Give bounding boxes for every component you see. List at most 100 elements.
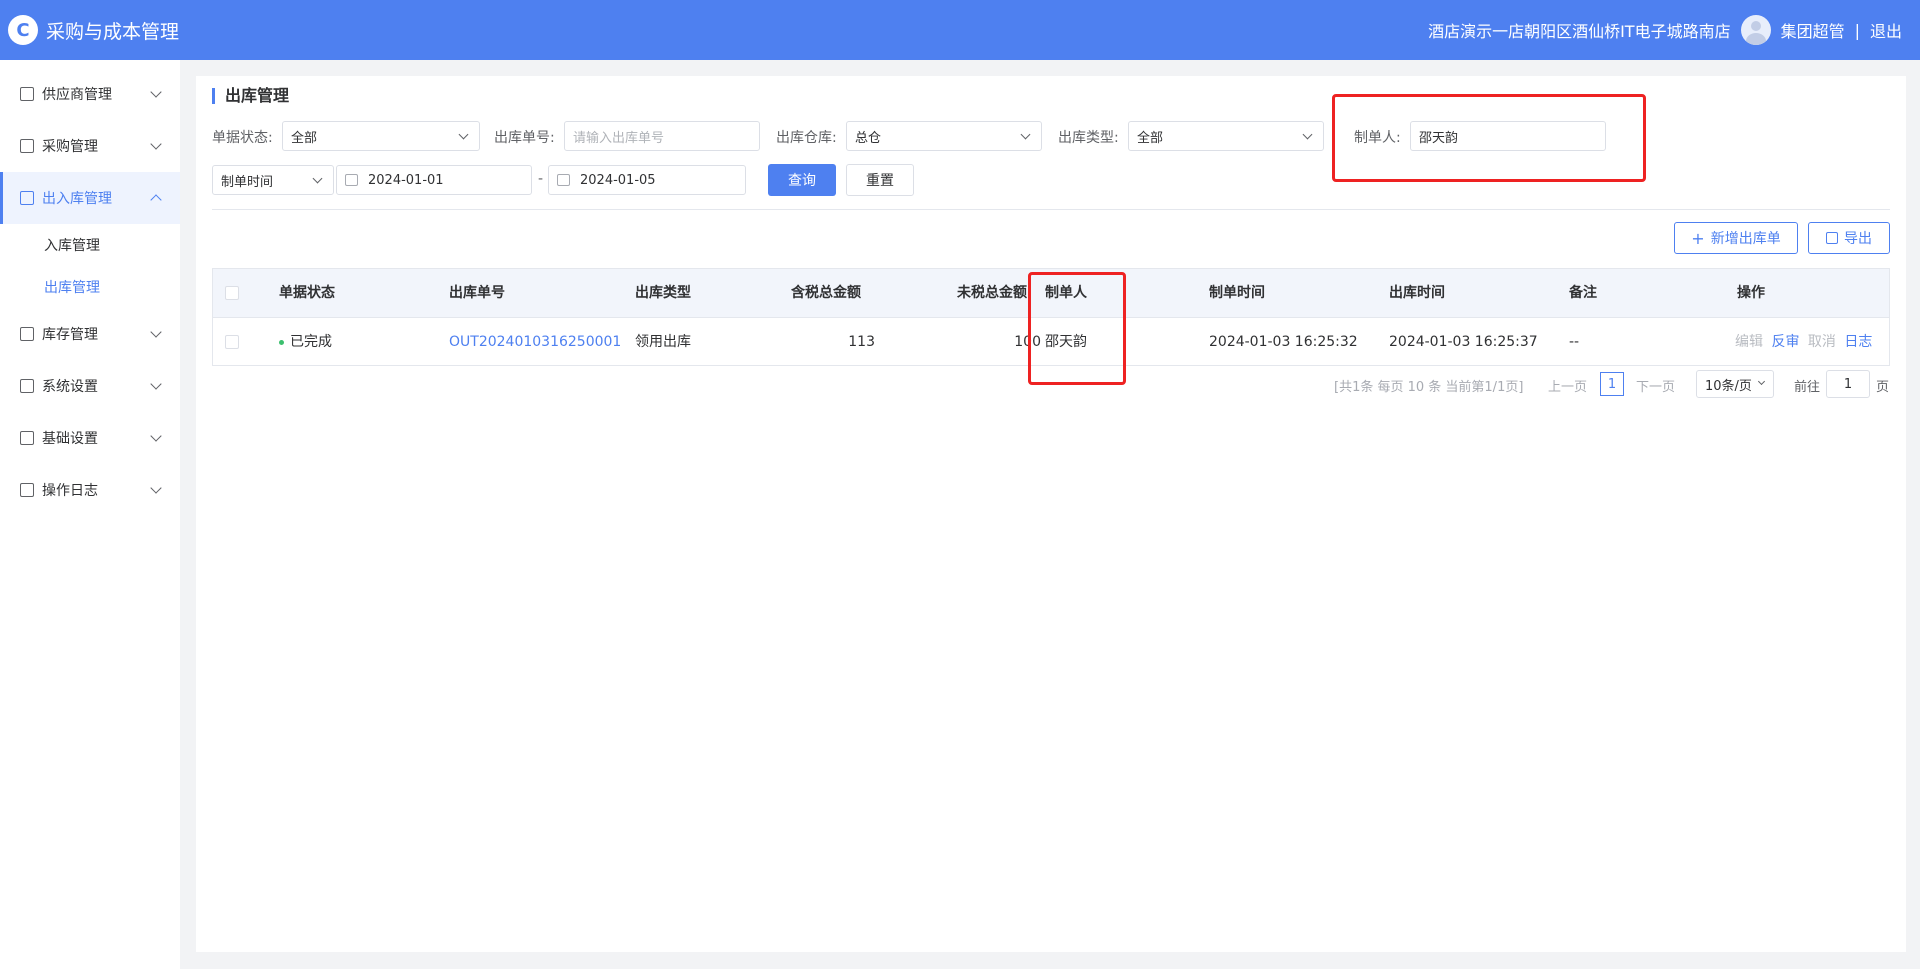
sidebar-item-label: 库存管理 <box>42 327 98 343</box>
date-end-input[interactable]: 2024-01-05 <box>548 165 746 195</box>
sidebar-subitem-outbound[interactable]: 出库管理 <box>0 266 180 308</box>
save-icon <box>1826 232 1838 244</box>
prev-page-button[interactable]: 上一页 <box>1548 376 1587 395</box>
supplier-icon <box>20 87 34 101</box>
sidebar-item-supplier[interactable]: 供应商管理 <box>0 68 180 120</box>
ops-cell: 编辑 反审 取消 日志 <box>1735 318 1872 366</box>
cancel-link[interactable]: 取消 <box>1808 334 1836 350</box>
header-right: 酒店演示一店朝阳区酒仙桥IT电子城路南店 集团超管 | 退出 <box>1428 15 1920 45</box>
warehouse-value: 总仓 <box>855 130 882 146</box>
inout-icon <box>20 191 34 205</box>
highlight-box-creator-filter <box>1332 94 1646 182</box>
chevron-down-icon <box>150 326 162 338</box>
query-button[interactable]: 查询 <box>768 164 836 196</box>
col-untax-total: 未税总金额 <box>957 285 1027 301</box>
date-start-input[interactable]: 2024-01-01 <box>336 165 532 195</box>
edit-link[interactable]: 编辑 <box>1735 334 1763 350</box>
avatar[interactable] <box>1740 15 1771 45</box>
divider <box>212 209 1890 210</box>
chevron-down-icon <box>150 86 162 98</box>
warehouse-select[interactable]: 总仓 <box>846 121 1042 151</box>
select-all-checkbox[interactable] <box>225 286 239 300</box>
sidebar-subitem-inbound[interactable]: 入库管理 <box>0 224 180 266</box>
date-end-value: 2024-01-05 <box>580 172 656 188</box>
log-link[interactable]: 日志 <box>1844 334 1872 350</box>
export-label: 导出 <box>1844 231 1872 247</box>
page-title: 出库管理 <box>212 88 289 104</box>
type-cell: 领用出库 <box>635 334 691 350</box>
status-dot <box>279 339 284 345</box>
status-cell: 已完成 <box>279 318 332 366</box>
sidebar-item-purchase[interactable]: 采购管理 <box>0 120 180 172</box>
page-size-select[interactable]: 10条/页 <box>1696 370 1774 398</box>
date-separator: - <box>538 171 544 187</box>
purchase-icon <box>20 139 34 153</box>
out-at-cell: 2024-01-03 16:25:37 <box>1389 334 1538 350</box>
sidebar-item-basic[interactable]: 基础设置 <box>0 412 180 464</box>
reset-button[interactable]: 重置 <box>846 164 914 196</box>
add-outbound-button[interactable]: + 新增出库单 <box>1674 222 1798 254</box>
chevron-down-icon <box>312 173 323 184</box>
sidebar-item-label: 基础设置 <box>42 431 98 447</box>
unapprove-link[interactable]: 反审 <box>1771 334 1799 350</box>
status-value: 全部 <box>291 130 318 146</box>
log-icon <box>20 483 34 497</box>
chevron-down-icon <box>458 129 469 140</box>
sidebar: 供应商管理 采购管理 出入库管理 入库管理 出库管理 库存管理 系统设置 基础设… <box>0 60 180 969</box>
warehouse-label: 出库仓库: <box>776 130 837 146</box>
type-select[interactable]: 全部 <box>1128 121 1324 151</box>
user-name[interactable]: 集团超管 <box>1781 18 1845 42</box>
goto-label: 前往 <box>1794 380 1821 395</box>
calendar-icon <box>557 174 570 186</box>
sidebar-item-label: 操作日志 <box>42 483 98 499</box>
date-type-select[interactable]: 制单时间 <box>212 165 334 195</box>
order-no-label: 出库单号: <box>494 130 555 146</box>
date-start-value: 2024-01-01 <box>368 172 444 188</box>
chevron-down-icon <box>150 378 162 390</box>
logout-link[interactable]: 退出 <box>1870 18 1902 42</box>
app-title: 采购与成本管理 <box>46 20 180 43</box>
chevron-down-icon <box>150 430 162 442</box>
goto-page-input[interactable]: 1 <box>1826 370 1870 398</box>
chevron-down-icon <box>1302 129 1313 140</box>
inventory-icon <box>20 327 34 341</box>
status-select[interactable]: 全部 <box>282 121 480 151</box>
created-at-cell: 2024-01-03 16:25:32 <box>1209 334 1358 350</box>
top-header: C 采购与成本管理 酒店演示一店朝阳区酒仙桥IT电子城路南店 集团超管 | 退出 <box>0 0 1920 60</box>
export-button[interactable]: 导出 <box>1808 222 1890 254</box>
sidebar-item-inventory[interactable]: 库存管理 <box>0 308 180 360</box>
pagination-summary: [共1条 每页 10 条 当前第1/1页] <box>1334 380 1524 395</box>
sidebar-item-log[interactable]: 操作日志 <box>0 464 180 516</box>
type-value: 全部 <box>1137 130 1164 146</box>
next-page-button[interactable]: 下一页 <box>1636 376 1675 395</box>
content-card: 出库管理 单据状态: 全部 出库单号: 请输入出库单号 出库仓库: 总仓 出库类… <box>196 76 1906 952</box>
row-checkbox[interactable] <box>225 335 239 349</box>
page-number-1[interactable]: 1 <box>1600 372 1624 396</box>
highlight-box-creator-column <box>1028 272 1126 385</box>
sidebar-item-inout[interactable]: 出入库管理 <box>0 172 180 224</box>
sidebar-item-system[interactable]: 系统设置 <box>0 360 180 412</box>
tax-total-cell: 113 <box>848 334 875 350</box>
page-suffix: 页 <box>1876 380 1890 395</box>
gear-icon <box>20 431 34 445</box>
logo-icon: C <box>8 15 38 45</box>
col-remark: 备注 <box>1569 285 1597 301</box>
store-name[interactable]: 酒店演示一店朝阳区酒仙桥IT电子城路南店 <box>1428 18 1731 42</box>
order-no-input[interactable]: 请输入出库单号 <box>564 121 760 151</box>
header-separator: | <box>1854 20 1860 40</box>
calendar-icon <box>345 174 358 186</box>
sidebar-item-label: 系统设置 <box>42 379 98 395</box>
order-no-link[interactable]: OUT202401031625000​1 <box>449 318 621 366</box>
chevron-down-icon <box>150 138 162 150</box>
logo: C 采购与成本管理 <box>0 15 179 45</box>
chevron-down-icon <box>1020 129 1031 140</box>
system-icon <box>20 379 34 393</box>
chevron-up-icon <box>150 194 162 206</box>
chevron-down-icon <box>1757 377 1766 386</box>
col-type: 出库类型 <box>635 285 691 301</box>
col-created-at: 制单时间 <box>1209 285 1265 301</box>
date-type-value: 制单时间 <box>221 174 274 190</box>
add-outbound-label: 新增出库单 <box>1710 231 1781 247</box>
col-tax-total: 含税总金额 <box>791 285 861 301</box>
col-order-no: 出库单号 <box>449 285 505 301</box>
